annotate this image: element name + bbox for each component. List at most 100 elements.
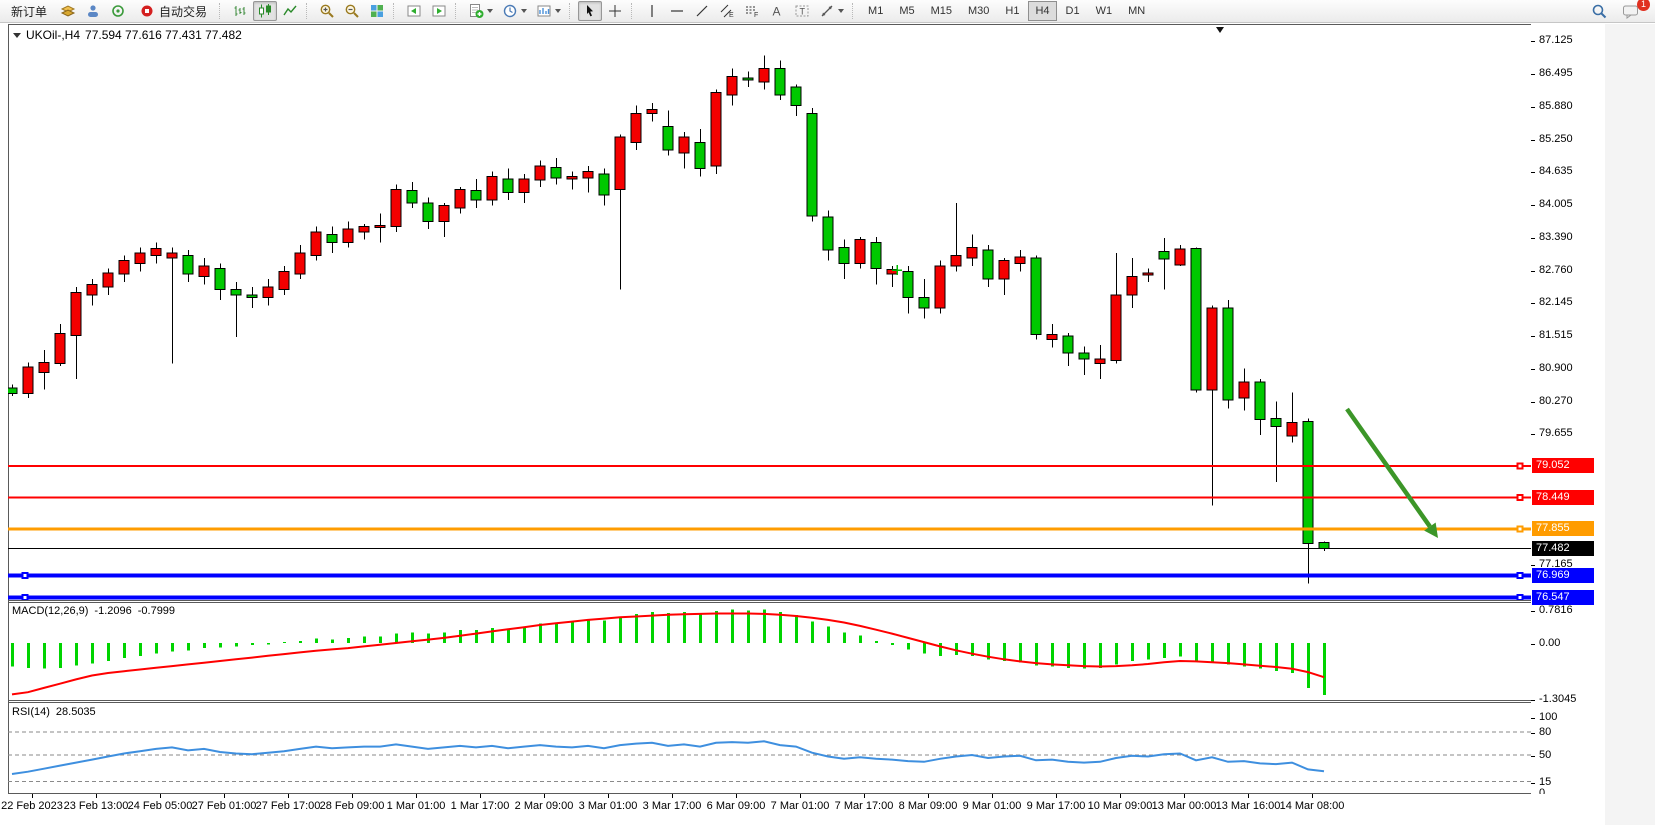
toolbar-separator: [306, 3, 311, 19]
indicators-button[interactable]: [464, 1, 497, 21]
bar-chart-mode-button[interactable]: [228, 1, 252, 21]
line-chart-mode-button[interactable]: [278, 1, 302, 21]
data-window-button[interactable]: [106, 1, 130, 21]
chart-legend-collapse-icon[interactable]: [13, 33, 21, 38]
rsi-tick-label: 100: [1539, 711, 1557, 724]
price-tick-mark: [1531, 107, 1535, 108]
arrows-icon: [819, 3, 835, 19]
bar-chart-icon: [232, 3, 248, 19]
time-tick-label: 1 Mar 17:00: [451, 800, 510, 812]
periods-button[interactable]: [498, 1, 531, 21]
timeframe-button-M30[interactable]: M30: [961, 1, 996, 21]
rsi-tick-label: 50: [1539, 749, 1551, 762]
fibonacci-tool-button[interactable]: F: [740, 1, 764, 21]
time-tick-mark: [800, 794, 801, 798]
time-tick-label: 22 Feb 2023: [1, 800, 63, 812]
timeframe-button-M15[interactable]: M15: [924, 1, 959, 21]
cursor-tool-button[interactable]: [578, 1, 602, 21]
price-tick-mark: [1531, 336, 1535, 337]
toolbar-right-group: 1: [1587, 1, 1652, 21]
time-tick-mark: [672, 794, 673, 798]
macd-tick-mark: [1531, 644, 1535, 645]
time-tick-label: 10 Mar 09:00: [1088, 800, 1153, 812]
templates-icon: [536, 3, 552, 19]
cursor-icon: [582, 3, 598, 19]
timeframe-button-M1[interactable]: M1: [861, 1, 890, 21]
time-tick-mark: [736, 794, 737, 798]
chart-shift-marker[interactable]: [1216, 27, 1224, 33]
time-tick-label: 1 Mar 01:00: [387, 800, 446, 812]
trendline-tool-button[interactable]: [690, 1, 714, 21]
candlestick-mode-button[interactable]: [253, 1, 277, 21]
time-tick-label: 3 Mar 01:00: [579, 800, 638, 812]
time-tick-mark: [1056, 794, 1057, 798]
zoom-in-icon: [319, 3, 335, 19]
price-tick-label: 84.005: [1539, 198, 1573, 211]
text-label-tool-button[interactable]: T: [790, 1, 814, 21]
panel-splitter[interactable]: [8, 700, 1531, 701]
level-price-label: 78.449: [1532, 490, 1594, 505]
toolbar-separator: [455, 3, 460, 19]
notifications-button[interactable]: 1: [1618, 1, 1644, 21]
macd-tick-label: 0.00: [1539, 637, 1560, 650]
time-tick-mark: [288, 794, 289, 798]
arrows-dropdown-caret: [838, 9, 844, 13]
time-tick-label: 14 Mar 08:00: [1280, 800, 1345, 812]
search-button[interactable]: [1587, 1, 1612, 21]
price-axis[interactable]: 87.12586.49585.88085.25084.63584.00583.3…: [1531, 24, 1605, 794]
new-order-button[interactable]: 新订单: [3, 1, 55, 21]
profile-icon: [85, 3, 101, 19]
zoom-out-button[interactable]: [340, 1, 364, 21]
macd-panel[interactable]: [8, 603, 1531, 700]
text-icon: A: [769, 3, 785, 19]
price-tick-label: 84.635: [1539, 165, 1573, 178]
timeframe-button-H4[interactable]: H4: [1028, 1, 1056, 21]
timeframe-button-W1[interactable]: W1: [1089, 1, 1120, 21]
down-arrow-annotation[interactable]: [1347, 409, 1438, 538]
price-tick-mark: [1531, 74, 1535, 75]
text-tool-button[interactable]: A: [765, 1, 789, 21]
rsi-panel[interactable]: [8, 703, 1531, 793]
timeframe-button-M5[interactable]: M5: [892, 1, 921, 21]
timeframe-button-MN[interactable]: MN: [1121, 1, 1152, 21]
tile-windows-button[interactable]: [365, 1, 389, 21]
time-tick-mark: [96, 794, 97, 798]
channel-tool-button[interactable]: E: [715, 1, 739, 21]
time-tick-mark: [1120, 794, 1121, 798]
trendline-icon: [694, 3, 710, 19]
horizontal-line-tool-button[interactable]: [665, 1, 689, 21]
templates-button[interactable]: [532, 1, 565, 21]
time-tick-mark: [160, 794, 161, 798]
rsi-value: 28.5035: [56, 706, 96, 718]
time-tick-mark: [608, 794, 609, 798]
time-axis[interactable]: 22 Feb 202323 Feb 13:0024 Feb 05:0027 Fe…: [8, 794, 1568, 824]
zoom-in-button[interactable]: [315, 1, 339, 21]
auto-scroll-button[interactable]: [402, 1, 426, 21]
crosshair-tool-button[interactable]: [603, 1, 627, 21]
level-price-label: 76.969: [1532, 568, 1594, 583]
time-tick-label: 13 Mar 00:00: [1152, 800, 1217, 812]
panel-splitter[interactable]: [8, 600, 1531, 601]
arrows-tool-button[interactable]: [815, 1, 848, 21]
macd-tick-mark: [1531, 700, 1535, 701]
market-watch-button[interactable]: [56, 1, 80, 21]
toolbar-separator: [219, 3, 224, 19]
text-label-icon: T: [794, 3, 810, 19]
channel-icon: E: [719, 3, 735, 19]
timeframe-button-D1[interactable]: D1: [1059, 1, 1087, 21]
macd-name: MACD(12,26,9): [12, 605, 88, 617]
svg-text:A: A: [773, 5, 781, 19]
autotrading-button[interactable]: 自动交易: [131, 1, 215, 21]
price-tick-mark: [1531, 41, 1535, 42]
timeframe-button-H1[interactable]: H1: [998, 1, 1026, 21]
macd-tick-label: -1.3045: [1539, 693, 1576, 706]
profile-button[interactable]: [81, 1, 105, 21]
vertical-line-tool-button[interactable]: [640, 1, 664, 21]
time-tick-label: 27 Feb 17:00: [256, 800, 321, 812]
time-tick-label: 13 Mar 16:00: [1216, 800, 1281, 812]
horizontal-line-icon: [669, 3, 685, 19]
candlestick-chart[interactable]: [8, 25, 1531, 600]
chart-shift-button[interactable]: [427, 1, 451, 21]
toolbar-separator: [852, 3, 857, 19]
chart-legend[interactable]: UKOil-,H4 77.594 77.616 77.431 77.482: [13, 28, 242, 42]
